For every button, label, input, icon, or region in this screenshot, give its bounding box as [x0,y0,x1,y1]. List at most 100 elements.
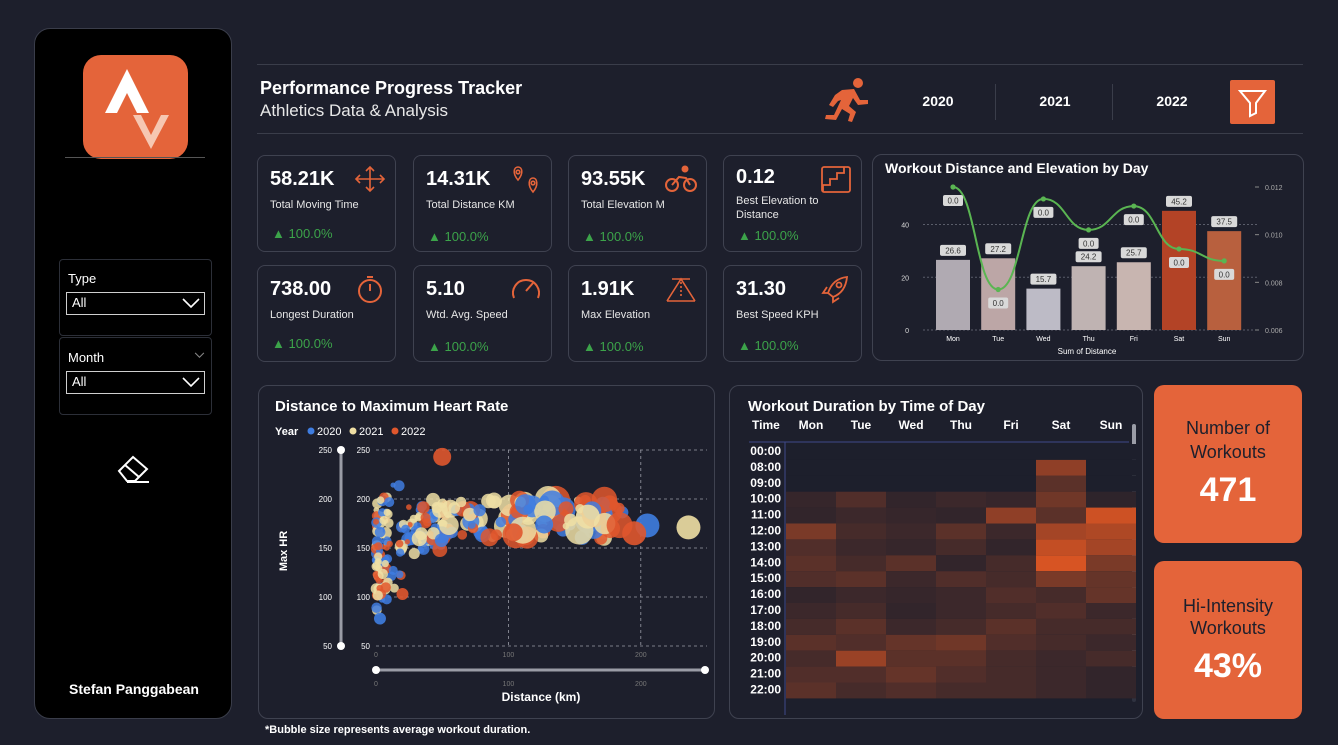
heatmap-cell [1036,634,1086,651]
heatmap-cell [836,459,886,476]
heatmap-cell [1086,555,1136,572]
eraser-icon[interactable] [115,451,153,485]
x-tick-label: 0 [374,652,378,659]
heatmap-cell [836,666,886,683]
y-tick-label: 200 [357,495,371,504]
range-slider-label: 0 [374,681,378,688]
filter-button[interactable] [1230,80,1275,124]
heatmap-row-label: 15:00 [750,571,781,585]
heatmap-row-label: 18:00 [750,619,781,633]
x-range-handle [372,666,380,674]
heatmap-cell [1036,666,1086,683]
scatter-point [417,501,430,514]
sidebar: Type All Month All Stefan Panggabean [34,28,232,719]
scatter-point [390,482,396,488]
heatmap-row-label: 17:00 [750,603,781,617]
line-point [1131,203,1137,209]
bar-data-label: 15.7 [1036,275,1052,284]
line-point [1176,246,1182,252]
y2-tick-label: 0.008 [1265,280,1283,287]
metric-value: 31.30 [736,278,787,300]
heatmap-cell [936,634,986,651]
metric-change: ▲ 100.0% [738,228,799,243]
heatmap-row-label: 11:00 [751,508,781,522]
kpi-title: Hi-Intensity Workouts [1182,596,1274,638]
heatmap-cell [1036,682,1086,699]
metric-change-value: 100.0% [754,338,799,353]
heatmap-cell [1086,491,1136,508]
heatmap-cell [986,491,1036,508]
scatter-point [455,496,467,508]
heatmap-cell [1036,539,1086,556]
y-tick-label: 50 [361,642,370,651]
line-point [1040,196,1046,202]
distance-elevation-chart[interactable]: 0 20 40 0.006 0.008 0.010 0.012 26.6 Mon 27.2 Tue 1… [873,155,1305,362]
heatmap-column-header: Tue [851,418,872,432]
author-name: Stefan Panggabean [69,681,199,697]
heatmap-cell [886,475,936,492]
metric-change-value: 100.0% [288,226,333,241]
heatmap-cell [886,618,936,635]
metric-card-max-elevation: 1.91K Max Elevation ▲ 100.0% [568,265,707,362]
metric-change: ▲ 100.0% [583,229,644,244]
cyclist-icon [665,165,697,192]
heatmap-cell [886,603,936,619]
heart-rate-scatter[interactable]: Year 2020 2021 2022 50 50 100 100 150 150 200 200 25… [259,386,716,720]
bar [1207,231,1242,330]
year-button-2020[interactable]: 2020 [893,93,983,109]
heatmap-cell [986,444,1036,460]
heatmap-cell [836,475,886,492]
y-tick-label: 100 [357,593,371,602]
chevron-down-icon[interactable] [194,352,205,359]
time-of-day-heatmap[interactable]: Time Mon Tue Wed Thu Fri Sat Sun 00:00 08:00 09:00… [729,385,1143,719]
type-dropdown[interactable]: All [66,292,205,315]
scatter-point [373,612,386,625]
elevation-icon [666,277,696,302]
metric-card-best-elevation-distance: 0.12 Best Elevation to Distance ▲ 100.0% [723,155,862,252]
year-button-2022[interactable]: 2022 [1127,93,1217,109]
chevron-down-icon [182,298,200,309]
scatter-point [515,494,536,515]
bar [1026,288,1061,330]
scatter-point [423,518,432,527]
metric-change-value: 100.0% [444,229,489,244]
scatter-point [676,515,701,540]
scatter-point [372,590,383,601]
x-tick-label: Mon [946,336,960,343]
metric-label: Total Distance KM [426,199,515,211]
divider [257,133,1303,134]
metric-value: 5.10 [426,278,465,300]
x-tick-label: 100 [503,652,515,659]
metric-label: Total Moving Time [270,199,359,211]
heatmap-cell [936,491,986,508]
metric-value: 1.91K [581,278,635,300]
line-data-label: 0.0 [993,299,1005,308]
scatter-point [504,523,523,542]
heatmap-cell [986,523,1036,540]
heatmap-cell [786,603,836,619]
bar-data-label: 25.7 [1126,249,1142,258]
scatter-point [575,504,600,529]
month-dropdown[interactable]: All [66,371,205,394]
heatmap-cell [1086,587,1136,603]
heatmap-cell [936,507,986,524]
scatter-point [372,518,380,525]
scatter-point [396,588,409,601]
heatmap-cell [836,603,886,619]
x-range-handle [701,666,709,674]
scatter-point [495,516,507,528]
heatmap-cell [1036,587,1086,603]
heatmap-cell [836,523,886,540]
metric-label: Longest Duration [270,309,354,321]
heatmap-cell [936,603,986,619]
heatmap-cell [936,571,986,588]
bar-data-label: 37.5 [1216,218,1232,227]
year-button-2021[interactable]: 2021 [1010,93,1100,109]
scatter-point [411,531,427,547]
heatmap-cell [786,650,836,667]
month-slicer: Month All [59,337,212,415]
line-point [1221,258,1227,264]
bar-data-label: 27.2 [990,245,1006,254]
metric-change-value: 100.0% [288,336,333,351]
heatmap-cell [836,634,886,651]
